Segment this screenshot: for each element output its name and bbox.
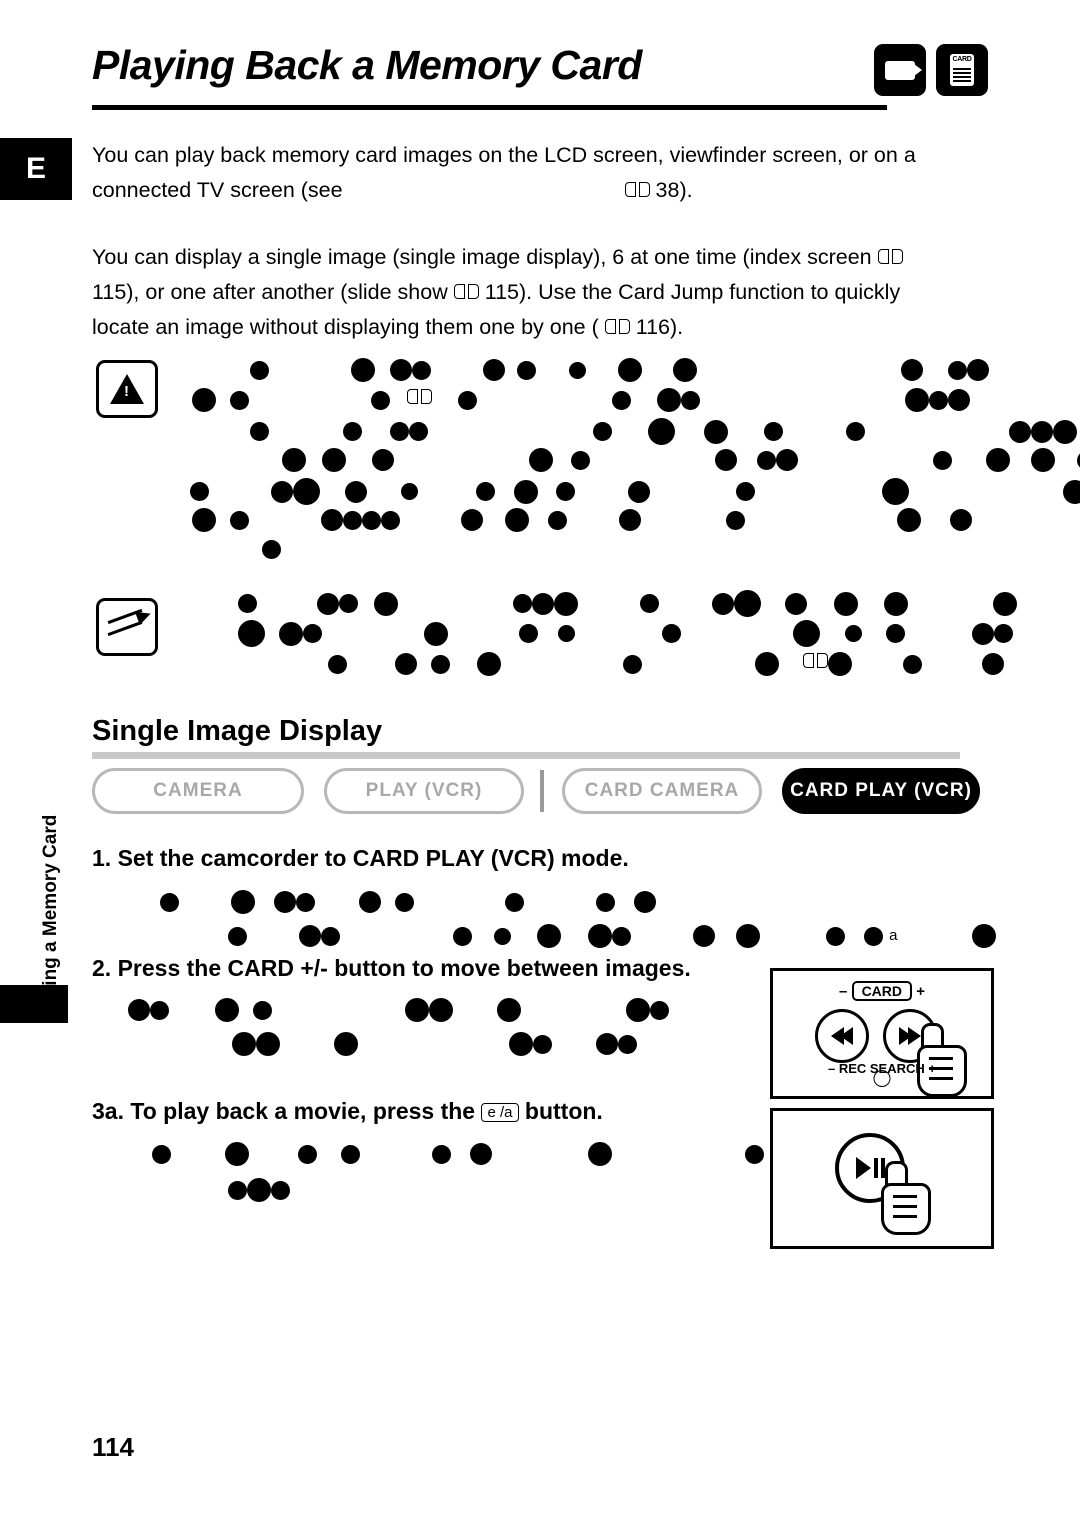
step-1-body-line [160, 890, 656, 914]
section-heading: Single Image Display [92, 715, 383, 747]
intro-p2-line2: 115), or one after another (slide show [92, 280, 448, 304]
hand-pointer-icon [909, 1023, 967, 1097]
intro-p1-ref: 38). [655, 178, 693, 202]
play-pause-illustration [770, 1108, 994, 1249]
note-text-line [250, 358, 1080, 382]
side-tab-label: Using a Memory Card [40, 814, 61, 1010]
book-reference-icon [624, 182, 650, 199]
step-1-body-line: a [228, 924, 996, 948]
mode-separator [540, 770, 544, 812]
card-buttons-illustration: – CARD + – REC SEARCH + [770, 968, 994, 1099]
card-camera-mode-icon [874, 44, 926, 96]
title-underline [92, 105, 887, 110]
step-2-body-line [232, 1032, 638, 1056]
step-1-heading: 1. Set the camcorder to CARD PLAY (VCR) … [92, 845, 629, 872]
book-reference-icon [877, 249, 903, 266]
mode-play-vcr: PLAY (VCR) [324, 768, 524, 814]
hand-pointer-icon [873, 1161, 931, 1235]
book-reference-icon [453, 284, 479, 301]
note-text-line [192, 388, 970, 412]
intro-p1-line2: connected TV screen (see [92, 178, 343, 202]
intro-p1-line1: You can play back memory card images on … [92, 143, 916, 167]
step-2-text: Press the CARD +/- button to move betwee… [117, 955, 691, 981]
step-1-number: 1. [92, 845, 112, 871]
step-2-heading: 2. Press the CARD +/- button to move bet… [92, 955, 691, 982]
warning-note-icon [96, 360, 158, 418]
card-plus-label: + [916, 983, 925, 1000]
intro-p2-line3b: 116). [635, 315, 684, 339]
note-text-line [190, 478, 1080, 505]
step-3-text-b: button. [524, 1098, 603, 1124]
step-3-body-line [152, 1142, 807, 1166]
memo-text-line [238, 620, 1080, 647]
intro-p2-line2b: 115). Use the Card Jump function to quic… [484, 280, 901, 304]
step-3-heading: 3a. To play back a movie, press the e /a… [92, 1098, 603, 1125]
rec-search-minus: – [827, 1061, 836, 1076]
step-1-text: Set the camcorder to CARD PLAY (VCR) mod… [117, 845, 629, 871]
stop-circle-icon [873, 1070, 891, 1092]
note-text-line [192, 508, 972, 532]
play-pause-button-glyph: e /a [481, 1103, 519, 1122]
memo-text-line [238, 590, 1017, 617]
section-underline [92, 752, 960, 759]
step-3-body-line [228, 1178, 290, 1202]
language-tab: E [0, 138, 72, 200]
memo-text-line [328, 652, 1005, 676]
step-2-number: 2. [92, 955, 112, 981]
document-page: Playing Back a Memory Card CARD E Using … [0, 0, 1080, 1533]
mode-camera: CAMERA [92, 768, 304, 814]
page-number: 114 [92, 1432, 134, 1462]
rewind-icon [815, 1009, 869, 1063]
mode-card-play-vcr: CARD PLAY (VCR) [782, 768, 980, 814]
header-mode-icons: CARD [874, 44, 988, 96]
note-text-line [250, 418, 1078, 445]
book-reference-icon [604, 319, 630, 336]
step-3-text: To play back a movie, press the [130, 1098, 476, 1124]
page-title: Playing Back a Memory Card [92, 42, 642, 88]
card-button-row: – CARD + [773, 981, 991, 1001]
mode-card-camera: CARD CAMERA [562, 768, 762, 814]
intro-paragraph-1: You can play back memory card images on … [92, 138, 997, 208]
note-text-line [262, 540, 281, 559]
rec-search-plus: + [928, 1061, 937, 1076]
mode-indicator-bar: CAMERA PLAY (VCR) CARD CAMERA CARD PLAY … [92, 768, 982, 816]
card-play-vcr-mode-icon: CARD [936, 44, 988, 96]
card-label: CARD [851, 981, 913, 1001]
card-minus-label: – [839, 983, 848, 1000]
intro-p2-line1: You can display a single image (single i… [92, 245, 872, 269]
note-text-line [282, 448, 1080, 472]
memo-note-icon [96, 598, 158, 656]
intro-paragraph-2: You can display a single image (single i… [92, 240, 997, 345]
intro-p2-line3: locate an image without displaying them … [92, 315, 599, 339]
step-3-number: 3a. [92, 1098, 124, 1124]
